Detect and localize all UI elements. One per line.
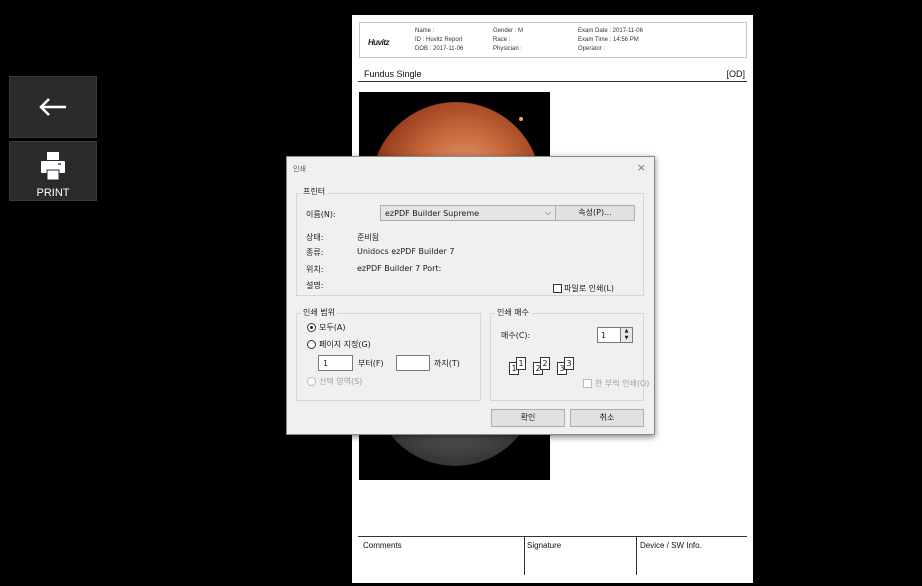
collate-page: 2 — [540, 357, 550, 370]
location-label: 위치: — [306, 265, 324, 274]
physician: Physician : — [493, 46, 523, 52]
signature-label: Signature — [527, 541, 562, 550]
patient-race: Race : — [493, 37, 511, 43]
status-label: 상태: — [306, 233, 324, 242]
app-screen: PRINT Huvitz Name : ID : Huvitz Report D… — [0, 0, 922, 586]
range-all-label: 모두(A) — [319, 323, 346, 332]
print-range-label: 인쇄 범위 — [301, 307, 337, 318]
patient-name: Name : — [415, 28, 435, 34]
range-from-label: 부터(F) — [358, 359, 384, 368]
printer-group-label: 프린터 — [301, 186, 328, 197]
exam-time: Exam Time : 14:56 PM — [578, 37, 639, 43]
collate-label: 한 부씩 인쇄(O) — [595, 379, 650, 388]
footer-divider — [636, 537, 637, 575]
copies-group-label: 인쇄 매수 — [495, 307, 531, 318]
range-selection-radio[interactable] — [307, 377, 316, 386]
range-from-value: 1 — [323, 359, 329, 368]
close-icon[interactable]: × — [637, 161, 646, 174]
printer-select[interactable]: ezPDF Builder Supreme ⌵ — [380, 205, 557, 221]
exam-date: Exam Date : 2017-11-06 — [578, 28, 643, 34]
patient-id: ID : Huvitz Report — [415, 37, 463, 43]
type-label: 종류: — [306, 248, 324, 257]
chevron-down-icon: ⌵ — [544, 208, 551, 217]
patient-demographics: Gender : M Race : Physician : — [493, 27, 523, 54]
type-value: Unidocs ezPDF Builder 7 — [357, 247, 455, 256]
copies-value: 1 — [601, 331, 607, 340]
footer-divider — [524, 537, 525, 575]
patient-dob: DOB : 2017-11-06 — [415, 46, 464, 52]
left-arrow-icon — [39, 98, 66, 116]
print-dialog: 인쇄 × 프린터 이름(N): ezPDF Builder Supreme ⌵ … — [286, 156, 655, 435]
cancel-button[interactable]: 취소 — [570, 409, 644, 427]
print-to-file-checkbox[interactable] — [553, 284, 562, 293]
range-selection-label: 선택 영역(S) — [319, 377, 363, 386]
eye-label: [OD] — [726, 69, 745, 79]
print-button[interactable]: PRINT — [9, 141, 97, 201]
section-title: Fundus Single — [364, 69, 422, 79]
location-value: ezPDF Builder 7 Port: — [357, 264, 442, 273]
collate-page: 3 — [564, 357, 574, 370]
range-to-label: 까지(T) — [434, 359, 460, 368]
printer-select-value: ezPDF Builder Supreme — [385, 209, 480, 218]
device-info-label: Device / SW Info. — [640, 541, 702, 550]
range-all-radio[interactable] — [307, 323, 316, 332]
comments-label: Comments — [363, 541, 402, 550]
back-button[interactable] — [9, 76, 97, 138]
status-value: 준비됨 — [357, 233, 380, 242]
range-pages-radio[interactable] — [307, 340, 316, 349]
dialog-title: 인쇄 — [293, 165, 306, 173]
report-header: Huvitz Name : ID : Huvitz Report DOB : 2… — [359, 22, 747, 58]
copies-label: 매수(C): — [501, 331, 531, 340]
printer-name-label: 이름(N): — [306, 210, 336, 219]
collate-checkbox[interactable] — [583, 379, 592, 388]
printer-icon — [41, 152, 65, 181]
huvitz-logo: Huvitz — [368, 38, 390, 47]
fundus-marker — [519, 117, 523, 121]
report-footer: Comments Signature Device / SW Info. — [358, 536, 747, 576]
copies-input[interactable]: 1 — [597, 327, 621, 343]
copies-spinner[interactable]: ▲ ▼ — [620, 327, 633, 343]
comment-label: 설명: — [306, 281, 324, 290]
print-to-file-label: 파일로 인쇄(L) — [564, 284, 615, 293]
exam-info: Exam Date : 2017-11-06 Exam Time : 14:56… — [578, 27, 643, 54]
print-label: PRINT — [36, 187, 70, 199]
properties-button[interactable]: 속성(P)... — [555, 205, 635, 221]
range-pages-label: 페이지 지정(G) — [319, 340, 371, 349]
patient-gender: Gender : M — [493, 28, 524, 34]
section-divider — [358, 81, 747, 82]
ok-button[interactable]: 확인 — [491, 409, 565, 427]
range-from-input[interactable]: 1 — [318, 355, 353, 371]
range-to-input[interactable] — [396, 355, 430, 371]
collate-page: 1 — [516, 357, 526, 370]
operator: Operator : — [578, 46, 606, 52]
patient-info: Name : ID : Huvitz Report DOB : 2017-11-… — [415, 27, 463, 54]
